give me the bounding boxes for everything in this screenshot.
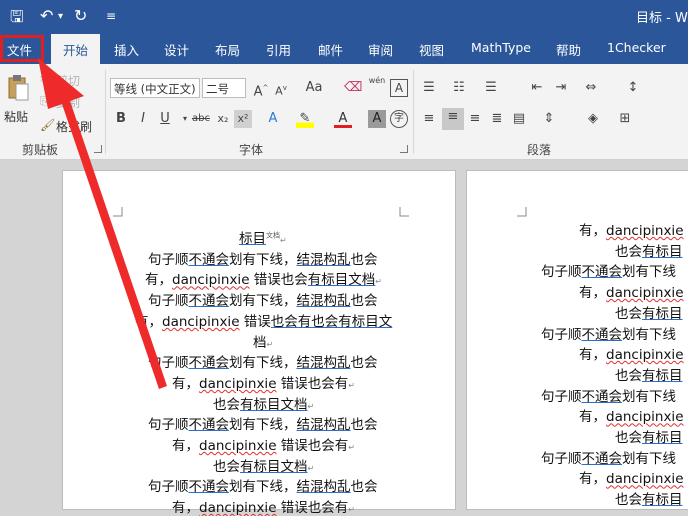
text-run: ↵ — [348, 505, 355, 514]
text-run: 错误也会有 — [277, 500, 349, 516]
misspelled-word: dancipinxie — [199, 500, 277, 516]
annotation-arrow-icon — [0, 0, 688, 500]
text-run: 有， — [172, 500, 199, 516]
